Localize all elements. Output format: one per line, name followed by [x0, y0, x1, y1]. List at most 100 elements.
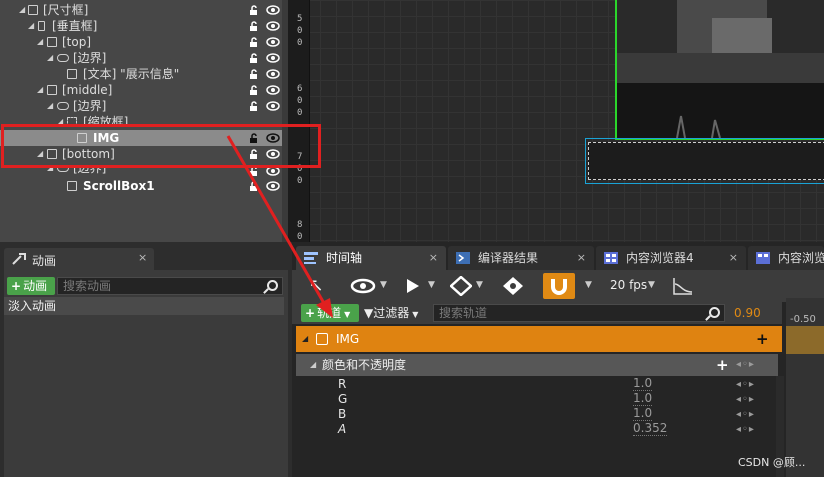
play-icon[interactable]: [406, 278, 420, 294]
key-navigation-icon[interactable]: ◂◦▸: [736, 422, 755, 437]
key-navigation-icon[interactable]: ◂◦▸: [736, 377, 755, 392]
scroll-box-icon: [67, 181, 77, 191]
key-navigation-icon[interactable]: ◂◦▸: [736, 392, 755, 407]
chevron-down-icon[interactable]: ▼: [380, 280, 387, 290]
snap-magnet-button[interactable]: [543, 273, 575, 299]
tab-content-browser[interactable]: 内容浏览: [748, 246, 824, 270]
img-widget-preview[interactable]: [615, 0, 824, 140]
key-tool-icon[interactable]: ↖: [304, 274, 328, 298]
visibility-eye-icon[interactable]: [266, 181, 280, 191]
expand-arrow-icon[interactable]: ◢: [28, 18, 36, 34]
visibility-eye-icon[interactable]: [266, 37, 280, 47]
curve-editor-icon[interactable]: [672, 276, 694, 296]
unlock-icon[interactable]: [249, 101, 259, 111]
channel-value[interactable]: 0.352: [633, 422, 668, 436]
keyframe-diamond-icon[interactable]: [450, 276, 472, 296]
channel-name: A: [338, 422, 347, 436]
unlock-icon[interactable]: [249, 85, 259, 95]
designer-viewport[interactable]: 5 0 0 6 0 0 7 0 0 8 0: [288, 0, 824, 242]
view-options-eye-icon[interactable]: [350, 278, 376, 294]
property-track-label: 颜色和不透明度: [322, 358, 407, 372]
animation-list-item[interactable]: 淡入动画: [4, 297, 284, 315]
key-navigation-icon[interactable]: ◂◦▸: [736, 407, 755, 422]
border-icon: [57, 102, 69, 110]
border-icon: [57, 54, 69, 62]
unlock-icon[interactable]: [249, 181, 259, 191]
tree-row-middle[interactable]: ◢ [middle]: [0, 82, 288, 98]
tree-row-vertical-box[interactable]: ◢ [垂直框]: [0, 18, 288, 34]
tree-row-border[interactable]: ◢ [边界]: [0, 50, 288, 66]
text-icon: [67, 69, 77, 79]
tab-timeline[interactable]: 时间轴 ×: [296, 246, 446, 270]
visibility-eye-icon[interactable]: [266, 69, 280, 79]
keyframe-area[interactable]: -0.50: [786, 298, 824, 477]
tree-row-text[interactable]: [文本] "展示信息": [0, 66, 288, 82]
tab-content-browser-4[interactable]: 内容浏览器4 ×: [596, 246, 746, 270]
key-navigation-icon[interactable]: ◂◦▸: [736, 354, 755, 376]
unlock-icon[interactable]: [249, 21, 259, 31]
scrollbox-preview[interactable]: [585, 138, 824, 184]
expand-arrow-icon[interactable]: ◢: [57, 114, 65, 124]
tree-row-size-box[interactable]: ◢ [尺寸框]: [0, 2, 288, 18]
property-track-color-opacity[interactable]: ◢ 颜色和不透明度 + ◂◦▸: [296, 354, 778, 376]
filter-dropdown[interactable]: ▼过滤器 ▼: [364, 304, 418, 324]
visibility-eye-icon[interactable]: [266, 101, 280, 111]
add-key-plus-icon[interactable]: +: [716, 354, 729, 376]
channel-value[interactable]: 1.0: [633, 407, 653, 421]
channel-value[interactable]: 1.0: [633, 377, 653, 391]
ruler-label: 5: [297, 14, 303, 24]
tree-row-label: [尺寸框]: [43, 3, 89, 17]
add-track-button[interactable]: + 轨道 ▼: [301, 304, 359, 322]
expand-arrow-icon[interactable]: ◢: [47, 50, 55, 66]
compiler-icon: [456, 252, 470, 264]
unlock-icon[interactable]: [249, 5, 259, 15]
close-icon[interactable]: ×: [138, 251, 147, 264]
tree-row-label: [边界]: [73, 99, 107, 113]
channel-value[interactable]: 1.0: [633, 392, 653, 406]
animation-tab[interactable]: 动画 ×: [4, 248, 154, 270]
expand-arrow-icon[interactable]: ◢: [19, 2, 27, 18]
close-icon[interactable]: ×: [429, 246, 438, 270]
tab-compiler-results[interactable]: 编译器结果 ×: [448, 246, 594, 270]
fps-selector[interactable]: 20 fps: [610, 278, 647, 292]
expand-arrow-icon[interactable]: ◢: [37, 34, 45, 50]
tree-row-scale-box[interactable]: ◢ [缩放框]: [0, 114, 288, 124]
tree-row-scrollbox[interactable]: ScrollBox1: [0, 178, 288, 194]
expand-arrow-icon[interactable]: ◢: [47, 98, 55, 114]
visibility-eye-icon[interactable]: [266, 21, 280, 31]
unlock-icon[interactable]: [249, 69, 259, 79]
channel-row-b[interactable]: B 1.0 ◂◦▸: [296, 407, 778, 422]
visibility-eye-icon[interactable]: [266, 5, 280, 15]
unlock-icon[interactable]: [249, 53, 259, 63]
expand-arrow-icon[interactable]: ◢: [37, 82, 45, 98]
object-track-img[interactable]: ◢ IMG +: [296, 326, 782, 352]
tree-row-top[interactable]: ◢ [top]: [0, 34, 288, 50]
add-animation-button[interactable]: + 动画: [7, 277, 55, 295]
visibility-eye-icon[interactable]: [266, 85, 280, 95]
add-track-plus-icon[interactable]: +: [756, 326, 769, 352]
close-icon[interactable]: ×: [577, 246, 586, 270]
tree-row-border[interactable]: ◢ [边界]: [0, 98, 288, 114]
unlock-icon[interactable]: [249, 37, 259, 47]
chevron-down-icon[interactable]: ▼: [585, 280, 592, 290]
tree-row-label: [边界]: [73, 51, 107, 65]
object-track-label: IMG: [336, 332, 360, 346]
visibility-eye-icon[interactable]: [266, 53, 280, 63]
current-time-value[interactable]: 0.90: [734, 306, 761, 320]
ruler-label: 0: [297, 108, 303, 118]
track-search-input[interactable]: 搜索轨道: [433, 304, 725, 322]
annotation-highlight-box: [1, 124, 321, 168]
ruler-label: 6: [297, 84, 303, 94]
chevron-down-icon[interactable]: ▼: [476, 280, 483, 290]
chevron-down-icon[interactable]: ▼: [428, 280, 435, 290]
animation-search-input[interactable]: 搜索动画: [57, 277, 283, 295]
collapse-arrow-icon[interactable]: ◢: [302, 326, 308, 352]
close-icon[interactable]: ×: [729, 246, 738, 270]
snap-key-icon[interactable]: [502, 276, 524, 296]
search-icon: [267, 280, 278, 291]
chevron-down-icon[interactable]: ▼: [648, 280, 655, 290]
collapse-arrow-icon[interactable]: ◢: [310, 354, 316, 376]
channel-row-r[interactable]: R 1.0 ◂◦▸: [296, 377, 778, 392]
channel-row-a[interactable]: A 0.352 ◂◦▸: [296, 422, 778, 437]
channel-row-g[interactable]: G 1.0 ◂◦▸: [296, 392, 778, 407]
